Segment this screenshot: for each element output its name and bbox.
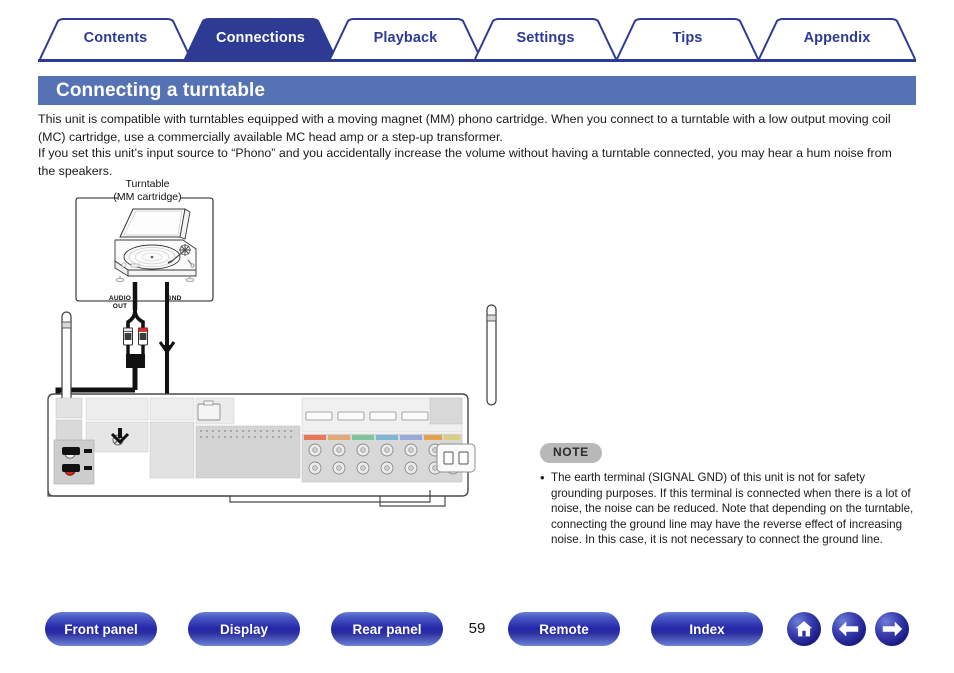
note-badge: NOTE <box>540 443 602 463</box>
display-label: Display <box>219 621 269 637</box>
display-button[interactable]: Display <box>188 612 300 646</box>
back-button[interactable] <box>832 612 866 646</box>
tab-label: Tips <box>672 30 703 46</box>
back-arrow-icon <box>838 621 859 637</box>
antenna-right <box>486 304 497 406</box>
turntable-illustration <box>114 208 197 283</box>
front-panel-label: Front panel <box>64 621 138 637</box>
bottom-navigation: Front panel Display Rear panel 59 Remote… <box>0 612 954 664</box>
home-button[interactable] <box>787 612 821 646</box>
rca-plug-left <box>123 327 133 346</box>
tab-label: Connections <box>216 30 305 46</box>
tab-label: Settings <box>516 30 575 46</box>
page-title: Connecting a turntable <box>56 79 266 101</box>
front-panel-button[interactable]: Front panel <box>45 612 157 646</box>
home-icon <box>795 621 813 637</box>
note-bullet: • <box>540 470 545 485</box>
rear-panel-button[interactable]: Rear panel <box>331 612 443 646</box>
tab-bar-underline <box>38 59 916 62</box>
tab-tips[interactable]: Tips <box>615 18 760 60</box>
ac-inlet <box>436 443 476 473</box>
tab-contents[interactable]: Contents <box>38 18 193 60</box>
page-number: 59 <box>468 620 486 637</box>
tab-settings[interactable]: Settings <box>473 18 618 60</box>
forward-arrow-icon <box>882 621 903 637</box>
intro-paragraph-1: This unit is compatible with turntables … <box>38 112 891 144</box>
index-label: Index <box>689 621 725 637</box>
tab-playback[interactable]: Playback <box>328 18 483 60</box>
tab-bar: Contents Connections Playback Settings T… <box>0 18 954 62</box>
receiver-illustration <box>47 304 497 507</box>
note-text: The earth terminal (SIGNAL GND) of this … <box>551 471 914 547</box>
remote-label: Remote <box>539 621 589 637</box>
index-button[interactable]: Index <box>651 612 763 646</box>
rca-plug-right <box>138 327 148 346</box>
remote-button[interactable]: Remote <box>508 612 620 646</box>
tab-connections[interactable]: Connections <box>183 18 338 60</box>
tab-appendix[interactable]: Appendix <box>757 18 917 60</box>
rear-panel-label: Rear panel <box>352 621 422 637</box>
tab-label: Appendix <box>803 30 871 46</box>
tab-label: Playback <box>373 30 438 46</box>
tab-label: Contents <box>83 30 148 46</box>
page-title-bar: Connecting a turntable <box>38 76 916 105</box>
note-body: • The earth terminal (SIGNAL GND) of thi… <box>540 470 918 548</box>
forward-button[interactable] <box>875 612 909 646</box>
note-box: NOTE • The earth terminal (SIGNAL GND) o… <box>540 443 918 548</box>
antenna-left <box>61 311 72 405</box>
